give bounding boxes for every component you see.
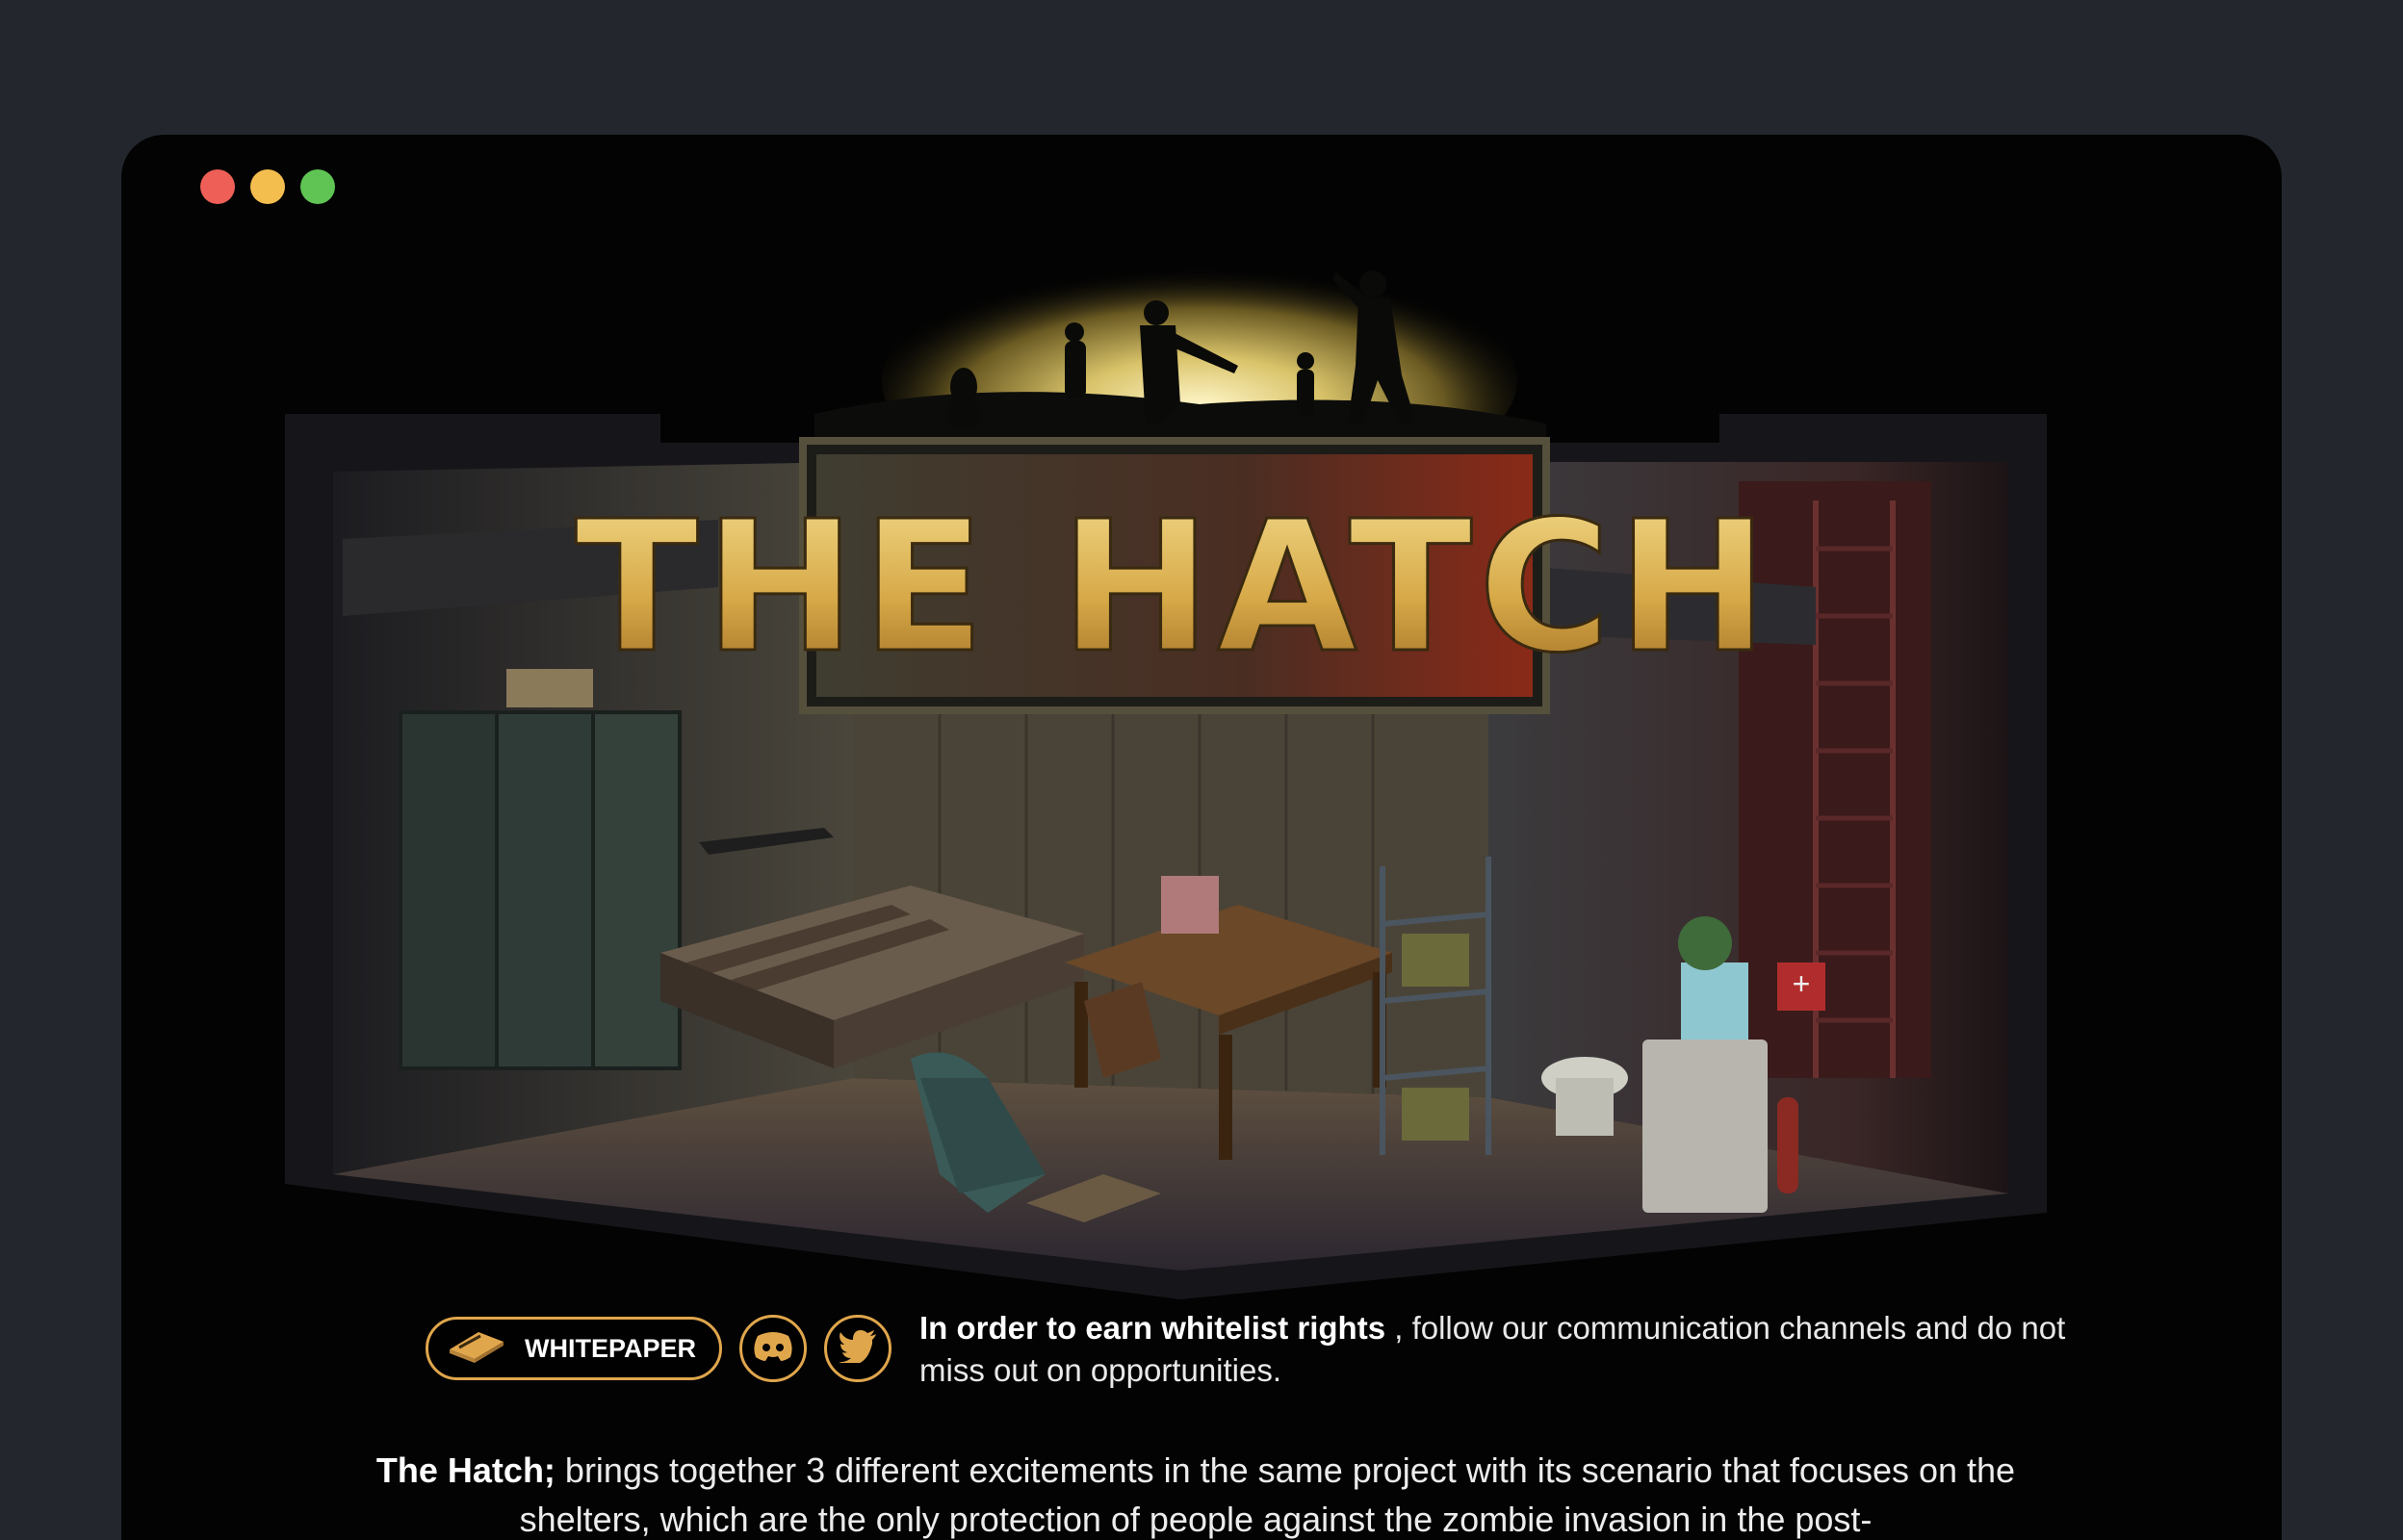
twitter-button[interactable]: [824, 1315, 892, 1382]
svg-text:+: +: [1793, 966, 1811, 1001]
project-description: The Hatch; brings together 3 different e…: [368, 1446, 2024, 1540]
project-description-text: brings together 3 different excitements …: [519, 1450, 2016, 1539]
discord-button[interactable]: [739, 1315, 808, 1382]
whitelist-notice-bold: In order to earn whitelist rights: [919, 1310, 1386, 1346]
discord-icon: [752, 1330, 794, 1368]
whitelist-notice: In order to earn whitelist rights , foll…: [919, 1307, 2123, 1392]
svg-text:THE HATCH: THE HATCH: [575, 482, 1773, 693]
twitter-icon: [839, 1329, 877, 1368]
browser-window: + THE HATCH WHITEPAPER In order to earn …: [121, 135, 2282, 1540]
book-icon: [446, 1326, 507, 1372]
whitepaper-button[interactable]: WHITEPAPER: [426, 1317, 723, 1380]
link-toolbar: WHITEPAPER: [426, 1315, 892, 1382]
project-name: The Hatch;: [375, 1450, 556, 1490]
whitepaper-label: WHITEPAPER: [525, 1333, 697, 1363]
